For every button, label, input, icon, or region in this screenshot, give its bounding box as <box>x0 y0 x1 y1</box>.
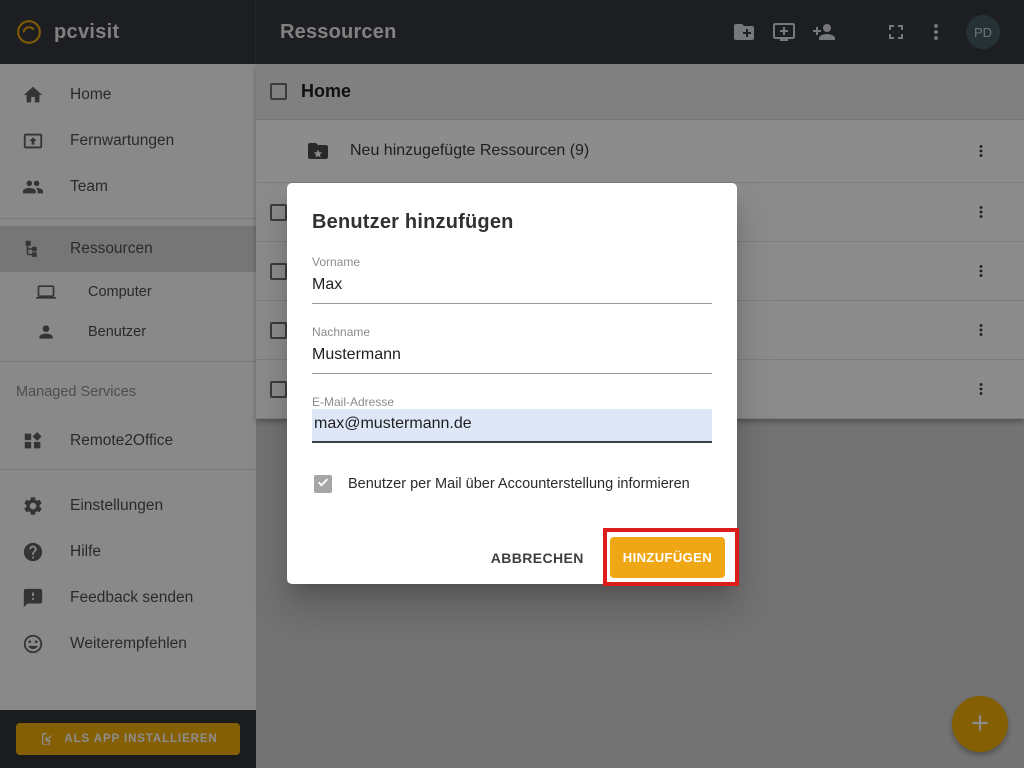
app-window: pcvisit Home Fernwartungen Team Ressourc… <box>0 0 1024 768</box>
vorname-field: Vorname Max <box>312 255 712 304</box>
dialog-title: Benutzer hinzufügen <box>312 211 712 234</box>
nachname-input[interactable]: Mustermann <box>312 339 712 374</box>
notify-checkbox-label: Benutzer per Mail über Accounterstellung… <box>348 476 690 492</box>
email-input[interactable]: max@mustermann.de <box>312 409 712 443</box>
notify-checkbox[interactable] <box>314 475 332 493</box>
email-field: E-Mail-Adresse max@mustermann.de <box>312 395 712 443</box>
dialog-actions: ABBRECHEN HINZUFÜGEN <box>487 537 725 578</box>
cancel-button[interactable]: ABBRECHEN <box>487 540 588 576</box>
vorname-input[interactable]: Max <box>312 269 712 304</box>
check-icon <box>316 475 330 494</box>
add-user-dialog: Benutzer hinzufügen Vorname Max Nachname… <box>287 183 737 584</box>
vorname-label: Vorname <box>312 255 712 269</box>
submit-button[interactable]: HINZUFÜGEN <box>610 537 725 578</box>
email-label: E-Mail-Adresse <box>312 395 712 409</box>
nachname-label: Nachname <box>312 325 712 339</box>
nachname-field: Nachname Mustermann <box>312 325 712 374</box>
notify-checkbox-row: Benutzer per Mail über Accounterstellung… <box>312 475 712 493</box>
